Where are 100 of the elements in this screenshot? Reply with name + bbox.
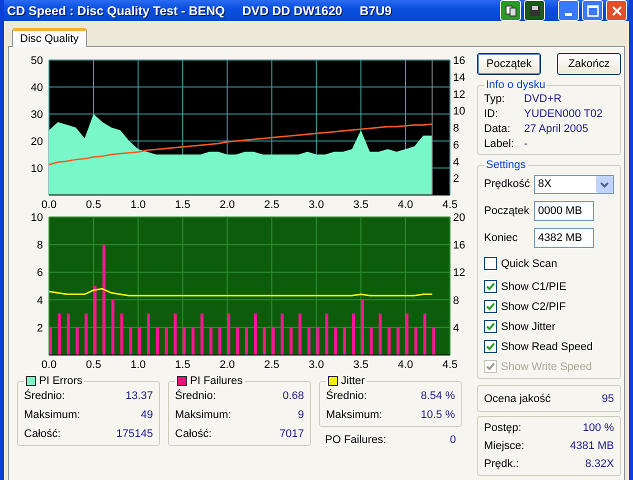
progress-value: 100 % bbox=[582, 422, 614, 434]
tab[interactable]: Disc Quality bbox=[12, 28, 87, 47]
bar bbox=[262, 327, 266, 355]
axis-label: 10 bbox=[453, 106, 466, 118]
check-icon bbox=[486, 322, 495, 331]
progress-value: 4381 MB bbox=[570, 440, 614, 452]
axis-label: 16 bbox=[453, 240, 466, 252]
axis-label: 4 bbox=[36, 294, 43, 307]
bar bbox=[200, 314, 204, 355]
info-value: YUDEN000 T02 bbox=[524, 108, 604, 120]
checkbox-label: Quick Scan bbox=[501, 258, 558, 270]
stat-label: Średnio: bbox=[326, 390, 367, 402]
input-field[interactable]: 4382 MB bbox=[534, 228, 594, 248]
bar bbox=[58, 314, 61, 355]
axis-label: 10 bbox=[30, 163, 43, 175]
group-title: PI Errors bbox=[39, 375, 82, 387]
bar bbox=[316, 327, 320, 355]
bar bbox=[298, 314, 302, 355]
axis-label: 3.0 bbox=[308, 359, 324, 371]
field-label: Początek bbox=[484, 205, 530, 217]
checkbox[interactable] bbox=[484, 257, 497, 270]
info-label: Data: bbox=[484, 123, 512, 135]
checkbox-label: Show C2/PIF bbox=[501, 300, 566, 312]
bar bbox=[272, 327, 275, 355]
stat-value: 175145 bbox=[116, 428, 153, 440]
stat-label: Maksimum: bbox=[24, 409, 80, 421]
bar bbox=[290, 327, 293, 355]
stat-label: Maksimum: bbox=[175, 409, 232, 421]
close-icon bbox=[610, 4, 622, 16]
axis-label: 12 bbox=[453, 267, 466, 280]
axis-label: 50 bbox=[30, 55, 43, 67]
progress-value: 8.32X bbox=[585, 458, 614, 470]
axis-label: 6 bbox=[453, 139, 460, 152]
progress-label: Prędk.: bbox=[484, 458, 519, 470]
axis-label: 2.5 bbox=[264, 199, 280, 211]
axis-label: 2.0 bbox=[220, 359, 235, 371]
checkbox-label: Show Jitter bbox=[501, 320, 556, 332]
axis-label: 2 bbox=[453, 173, 460, 186]
axis-label: 0.5 bbox=[86, 359, 102, 371]
bar bbox=[94, 286, 97, 355]
copy-button[interactable] bbox=[500, 0, 521, 21]
minimize-icon bbox=[565, 13, 572, 16]
bar bbox=[325, 314, 328, 355]
axis-label: 0.0 bbox=[41, 199, 57, 211]
stat-value: 10.5 % bbox=[420, 409, 455, 421]
bar bbox=[66, 314, 70, 355]
maximize-icon bbox=[586, 4, 598, 16]
bar bbox=[182, 327, 186, 355]
checkbox[interactable] bbox=[484, 300, 497, 313]
exit-button[interactable]: Zakończ bbox=[557, 53, 621, 75]
stat-label: PO Failures: bbox=[325, 434, 386, 446]
progress-label: Miejsce: bbox=[484, 440, 524, 452]
bar bbox=[334, 327, 338, 355]
bar bbox=[84, 314, 88, 355]
checkbox[interactable] bbox=[484, 320, 497, 333]
bar bbox=[164, 327, 168, 355]
bar bbox=[307, 327, 310, 355]
close-button[interactable] bbox=[606, 0, 627, 21]
axis-label: 14 bbox=[453, 72, 466, 84]
checkbox[interactable] bbox=[484, 280, 497, 293]
axis-label: 0.0 bbox=[41, 359, 57, 371]
group-title: Settings bbox=[486, 159, 526, 171]
bar bbox=[76, 327, 79, 355]
axis-label: 12 bbox=[453, 88, 466, 101]
axis-label: 40 bbox=[30, 82, 43, 94]
field-label: Prędkość bbox=[484, 178, 531, 190]
save-button[interactable] bbox=[524, 0, 545, 21]
bar bbox=[236, 327, 240, 355]
maximize-button[interactable] bbox=[582, 0, 603, 21]
axis-label: 0.5 bbox=[86, 199, 102, 211]
bar bbox=[254, 314, 257, 355]
input-field[interactable]: 0000 MB bbox=[534, 201, 594, 221]
bar bbox=[111, 300, 114, 355]
info-value: 27 April 2005 bbox=[524, 123, 590, 135]
bar bbox=[147, 314, 150, 355]
bar bbox=[49, 327, 52, 355]
bar bbox=[405, 314, 408, 355]
stat-value: 0 bbox=[450, 434, 456, 446]
axis-label: 3.5 bbox=[353, 359, 369, 371]
axis-label: 6 bbox=[36, 267, 43, 280]
axis-label: 4 bbox=[453, 156, 460, 168]
bar bbox=[129, 327, 132, 355]
speed-dropdown[interactable]: 8X bbox=[534, 174, 614, 194]
check-icon bbox=[486, 282, 495, 291]
info-value: DVD+R bbox=[524, 93, 563, 105]
stat-label: Średnio: bbox=[24, 390, 65, 402]
bar bbox=[360, 300, 364, 355]
checkbox-label: Show Write Speed bbox=[501, 360, 592, 372]
axis-label: 2.0 bbox=[220, 199, 235, 211]
axis-label: 1.0 bbox=[130, 199, 146, 211]
bar bbox=[378, 314, 382, 355]
axis-label: 4.5 bbox=[442, 359, 458, 371]
checkbox[interactable] bbox=[484, 340, 497, 353]
bar bbox=[414, 327, 418, 355]
progress-label: Postęp: bbox=[484, 422, 522, 434]
minimize-button[interactable] bbox=[558, 0, 579, 21]
start-button[interactable]: Początek bbox=[477, 53, 541, 75]
group-title: Info o dysku bbox=[486, 79, 546, 91]
group-title: Jitter bbox=[341, 375, 365, 387]
check-icon bbox=[486, 342, 495, 351]
